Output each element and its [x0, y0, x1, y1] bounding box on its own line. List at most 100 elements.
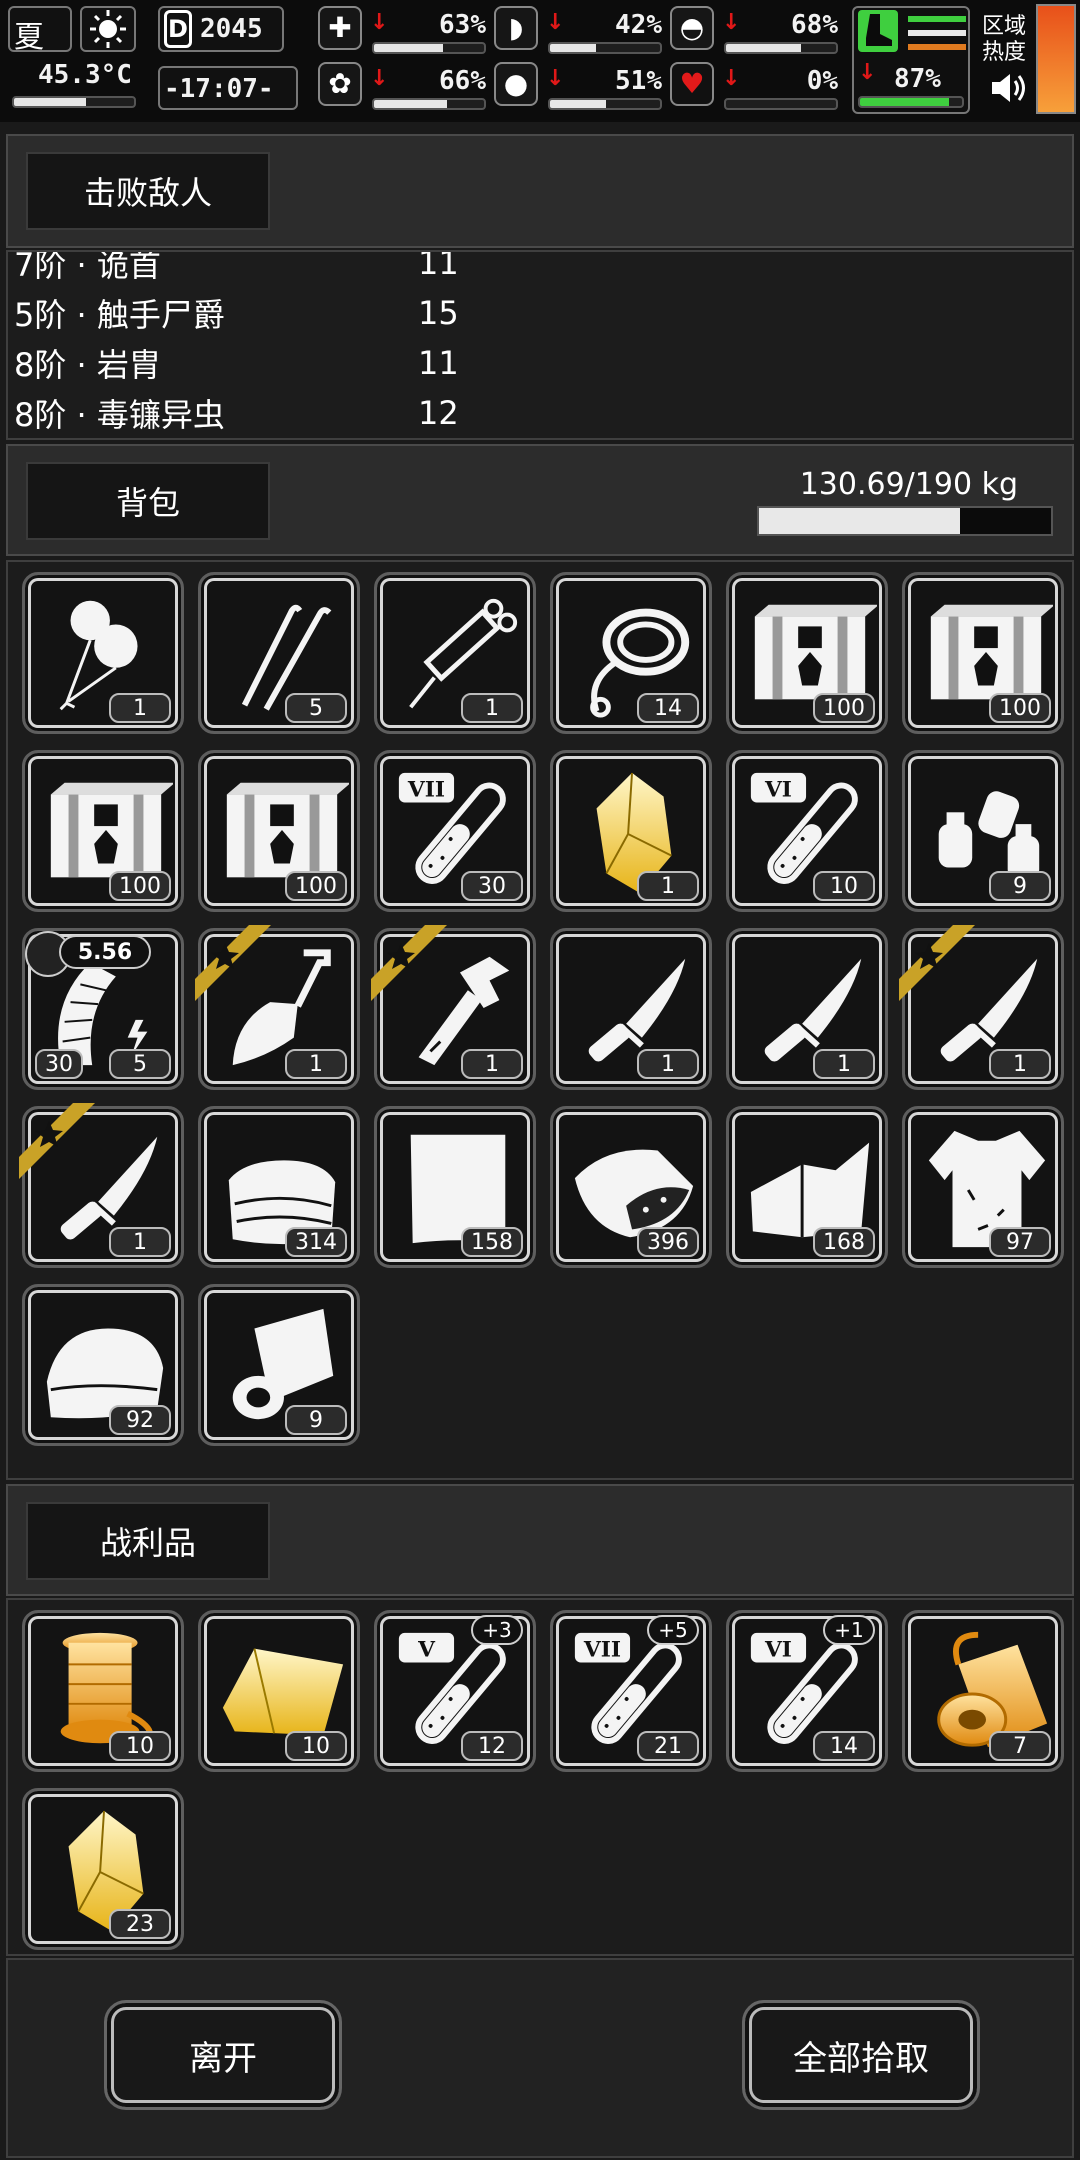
item-slot[interactable]: VII +5 21 [550, 1610, 712, 1772]
thirst-down-arrow: ↓ [546, 66, 565, 91]
enemy-count: 15 [418, 294, 459, 332]
action-bar: 离开 全部拾取 [6, 1958, 1074, 2158]
svg-text:V: V [417, 1638, 436, 1663]
item-slot[interactable]: 5 [198, 572, 360, 734]
health-down-arrow: ↓ [370, 10, 389, 35]
sanity-down-arrow: ↓ [722, 10, 741, 35]
svg-text:VI: VI [764, 778, 792, 803]
hunger-down-arrow: ↓ [546, 10, 565, 35]
enemy-count: 12 [418, 394, 459, 432]
item-slot[interactable]: 9 [902, 750, 1064, 912]
item-slot[interactable]: 158 [374, 1106, 536, 1268]
thirst-value: 51% [615, 66, 662, 96]
mind-bar [372, 98, 486, 110]
helmet-icon: ◓ [670, 6, 714, 50]
loot-panel: 10 10 V +3 12 VII +5 21 VI +1 14 7 23 [6, 1598, 1074, 1956]
item-slot[interactable]: 5.56 30 5 [22, 928, 184, 1090]
item-slot[interactable]: 396 [550, 1106, 712, 1268]
enemy-name: 5阶 · 触手尸爵 [14, 296, 225, 334]
backpack-panel: 1 5 1 14 100 100 100 100 VII 30 1 VI 10 9 5.56 30 5 1 1 1 1 1… [6, 560, 1074, 1480]
item-slot[interactable]: 97 [902, 1106, 1064, 1268]
item-quantity: 5 [109, 1049, 171, 1079]
clock-box: -17:07- [158, 66, 298, 110]
item-slot[interactable]: VI +1 14 [726, 1610, 888, 1772]
item-slot[interactable]: VI 10 [726, 750, 888, 912]
item-slot[interactable]: 100 [22, 750, 184, 912]
item-slot[interactable]: 14 [550, 572, 712, 734]
item-slot[interactable]: 10 [22, 1610, 184, 1772]
item-quantity: 1 [461, 693, 523, 723]
sun-icon [80, 6, 136, 52]
temperature: 45.3°C [38, 60, 132, 90]
enemy-name: 7阶 · 诡首 [14, 250, 161, 284]
favorite-star-icon [899, 925, 979, 1005]
item-slot[interactable]: 1 [899, 925, 1064, 1090]
ammo-caliber-badge: 5.56 [25, 931, 155, 977]
item-slot[interactable]: 100 [198, 750, 360, 912]
heat-gauge [1036, 4, 1076, 114]
item-slot[interactable]: 168 [726, 1106, 888, 1268]
hunger-value: 42% [615, 10, 662, 40]
item-slot[interactable]: 10 [198, 1610, 360, 1772]
season-badge: 夏 [8, 6, 72, 55]
day-d-icon: D [164, 10, 192, 48]
stamina-bar [858, 96, 964, 108]
sanity-bar [724, 42, 838, 54]
defeated-list[interactable]: 7阶 · 诡首 11 5阶 · 触手尸爵 15 8阶 · 岩胄 11 8阶 · 毒镰异虫 12 [6, 250, 1074, 440]
item-quantity: 23 [109, 1909, 171, 1939]
svg-text:VII: VII [583, 1638, 621, 1663]
item-bonus: +5 [647, 1615, 699, 1645]
item-slot[interactable]: 1 [195, 925, 360, 1090]
item-slot[interactable]: 1 [550, 928, 712, 1090]
take-all-button[interactable]: 全部拾取 [742, 2000, 980, 2110]
speaker-icon[interactable] [988, 70, 1028, 110]
sanity-value: 68% [791, 10, 838, 40]
svg-text:VII: VII [407, 778, 445, 803]
item-quantity-secondary: 30 [35, 1049, 83, 1079]
loot-title: 战利品 [26, 1502, 270, 1580]
area-heat-lines-icon [908, 16, 966, 50]
item-slot[interactable]: VII 30 [374, 750, 536, 912]
item-quantity: 9 [989, 871, 1051, 901]
item-slot[interactable]: 1 [371, 925, 536, 1090]
water-drop-icon: ● [494, 62, 538, 106]
day-counter: 2045 [200, 14, 263, 44]
leave-button[interactable]: 离开 [104, 2000, 342, 2110]
enemy-count: 11 [418, 250, 459, 282]
item-quantity: 92 [109, 1405, 171, 1435]
item-slot[interactable]: 1 [550, 750, 712, 912]
heart-bar [724, 98, 838, 110]
defeated-header: 击败敌人 [6, 134, 1074, 248]
enemy-name: 8阶 · 岩胄 [14, 346, 161, 384]
item-slot[interactable]: 100 [726, 572, 888, 734]
item-slot[interactable]: 1 [19, 1103, 184, 1268]
item-quantity: 1 [285, 1049, 347, 1079]
backpack-title: 背包 [26, 462, 270, 540]
item-slot[interactable]: 23 [22, 1788, 184, 1950]
item-slot[interactable]: V +3 12 [374, 1610, 536, 1772]
item-quantity: 14 [813, 1731, 875, 1761]
clock-time: -17:07- [164, 74, 274, 104]
mind-down-arrow: ↓ [370, 66, 389, 91]
item-slot[interactable]: 9 [198, 1284, 360, 1446]
item-slot[interactable]: 1 [22, 572, 184, 734]
item-slot[interactable]: 7 [902, 1610, 1064, 1772]
health-bar [372, 42, 486, 54]
brain-icon: ✿ [318, 62, 362, 106]
season-label: 夏 [14, 20, 44, 55]
item-slot[interactable]: 1 [374, 572, 536, 734]
thirst-bar [548, 98, 662, 110]
mind-value: 66% [439, 66, 486, 96]
item-quantity: 1 [109, 693, 171, 723]
ammo-caliber: 5.56 [59, 935, 151, 969]
stomach-icon: ◗ [494, 6, 538, 50]
favorite-star-icon [371, 925, 451, 1005]
item-quantity: 100 [285, 871, 347, 901]
item-slot[interactable]: 100 [902, 572, 1064, 734]
item-quantity: 9 [285, 1405, 347, 1435]
item-quantity: 97 [989, 1227, 1051, 1257]
item-slot[interactable]: 92 [22, 1284, 184, 1446]
item-slot[interactable]: 1 [726, 928, 888, 1090]
item-slot[interactable]: 314 [198, 1106, 360, 1268]
item-quantity: 396 [637, 1227, 699, 1257]
